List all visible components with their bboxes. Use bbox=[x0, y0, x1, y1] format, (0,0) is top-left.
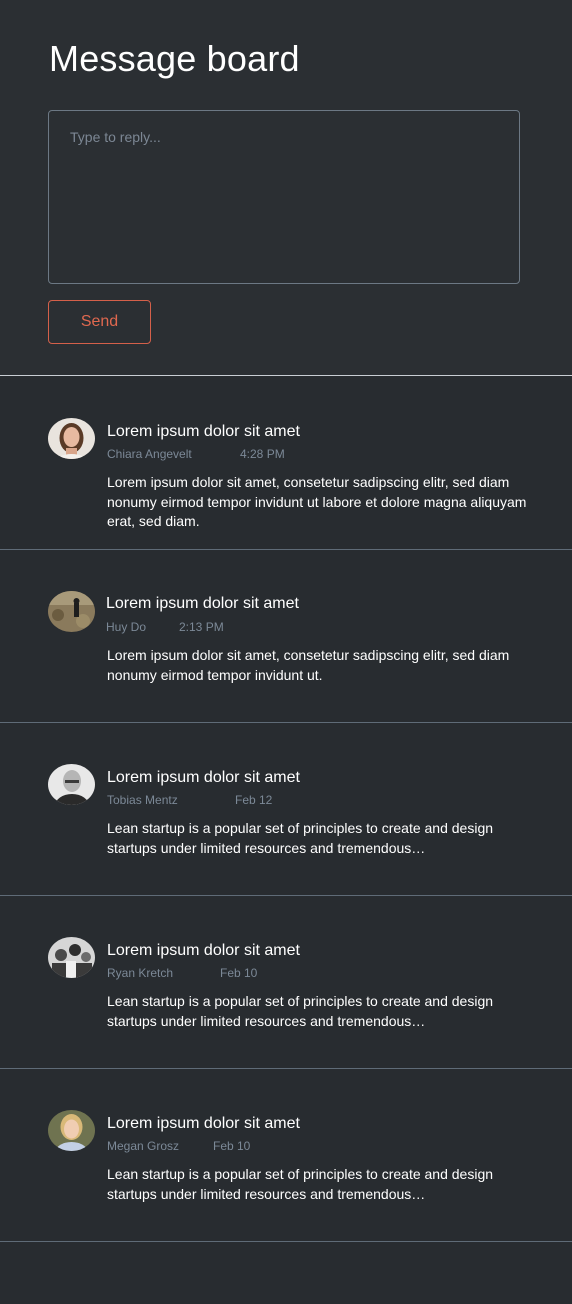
message-time: Feb 12 bbox=[235, 793, 273, 807]
message-author[interactable]: Huy Do bbox=[106, 620, 146, 634]
message-body: Lorem ipsum dolor sit amet, consetetur s… bbox=[107, 474, 527, 529]
message-time: Feb 10 bbox=[213, 1139, 251, 1153]
reply-input[interactable] bbox=[48, 110, 520, 284]
message-title: Lorem ipsum dolor sit amet bbox=[106, 595, 299, 612]
message-time: Feb 10 bbox=[220, 966, 258, 980]
message-author[interactable]: Chiara Angevelt bbox=[107, 447, 192, 461]
reply-section: Message board Send bbox=[0, 0, 572, 376]
message-meta: Ryan Kretch Feb 10 bbox=[107, 966, 257, 980]
page-title: Message board bbox=[49, 38, 300, 79]
message-meta: Megan Grosz Feb 10 bbox=[107, 1139, 250, 1153]
bald-man-bw-avatar bbox=[48, 764, 95, 805]
message-item[interactable]: Lorem ipsum dolor sit amet Tobias Mentz … bbox=[0, 723, 572, 896]
avatar[interactable] bbox=[48, 937, 95, 978]
avatar[interactable] bbox=[48, 764, 95, 805]
message-title: Lorem ipsum dolor sit amet bbox=[107, 942, 300, 959]
blonde-woman-avatar bbox=[48, 1110, 95, 1151]
message-time: 2:13 PM bbox=[179, 620, 224, 634]
avatar[interactable] bbox=[48, 418, 95, 459]
group-bw-avatar bbox=[48, 937, 95, 978]
message-item[interactable]: Lorem ipsum dolor sit amet Ryan Kretch F… bbox=[0, 896, 572, 1069]
send-button[interactable]: Send bbox=[48, 300, 151, 344]
avatar[interactable] bbox=[48, 1110, 95, 1151]
message-item[interactable]: Lorem ipsum dolor sit amet Huy Do 2:13 P… bbox=[0, 550, 572, 723]
message-meta: Chiara Angevelt 4:28 PM bbox=[107, 447, 285, 461]
message-author[interactable]: Ryan Kretch bbox=[107, 966, 173, 980]
message-title: Lorem ipsum dolor sit amet bbox=[107, 1115, 300, 1132]
message-author[interactable]: Tobias Mentz bbox=[107, 793, 178, 807]
message-author[interactable]: Megan Grosz bbox=[107, 1139, 179, 1153]
message-item[interactable]: Lorem ipsum dolor sit amet Megan Grosz F… bbox=[0, 1069, 572, 1242]
woman-brown-hair-avatar bbox=[48, 418, 95, 459]
avatar[interactable] bbox=[48, 591, 95, 632]
message-body: Lean startup is a popular set of princip… bbox=[107, 993, 494, 1029]
message-item[interactable]: Lorem ipsum dolor sit amet Chiara Angeve… bbox=[0, 377, 572, 550]
message-meta: Huy Do 2:13 PM bbox=[106, 620, 224, 634]
message-title: Lorem ipsum dolor sit amet bbox=[107, 423, 300, 440]
message-body: Lean startup is a popular set of princip… bbox=[107, 820, 494, 856]
message-body: Lorem ipsum dolor sit amet, consetetur s… bbox=[107, 647, 510, 683]
person-on-field-avatar bbox=[48, 591, 95, 632]
message-meta: Tobias Mentz Feb 12 bbox=[107, 793, 272, 807]
message-list: Lorem ipsum dolor sit amet Chiara Angeve… bbox=[0, 377, 572, 1242]
message-body: Lean startup is a popular set of princip… bbox=[107, 1166, 494, 1202]
message-title: Lorem ipsum dolor sit amet bbox=[107, 769, 300, 786]
message-time: 4:28 PM bbox=[240, 447, 285, 461]
